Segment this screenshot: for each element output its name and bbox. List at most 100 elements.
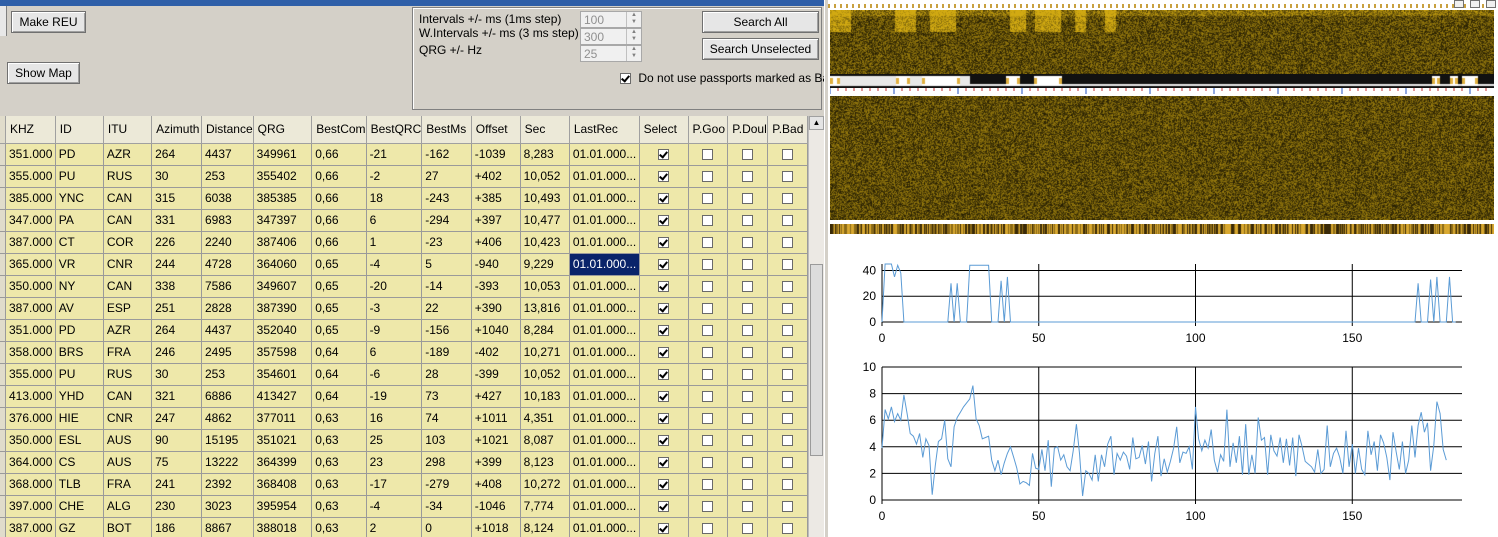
cell-p-doubt[interactable] bbox=[727, 253, 769, 276]
minimize-icon[interactable] bbox=[1454, 0, 1464, 8]
cell-bestqrg[interactable]: 18 bbox=[366, 187, 423, 210]
cell-p-bad[interactable] bbox=[767, 517, 808, 537]
cell-p-good[interactable] bbox=[688, 341, 729, 364]
cell-distance[interactable]: 6886 bbox=[201, 385, 254, 408]
column-header-itu[interactable]: ITU bbox=[103, 116, 153, 144]
cell-khz[interactable]: 355.000 bbox=[5, 363, 56, 386]
table-row[interactable]: 387.000 CT COR 226 2240 387406 0,66 1 -23 +406 10,… bbox=[0, 231, 808, 254]
cell-itu[interactable]: CAN bbox=[103, 209, 153, 232]
cell-distance[interactable]: 7586 bbox=[201, 275, 254, 298]
scroll-thumb[interactable] bbox=[810, 264, 823, 456]
cell-khz[interactable]: 347.000 bbox=[5, 209, 56, 232]
row-checkbox[interactable] bbox=[782, 193, 794, 205]
cell-lastrec[interactable]: 01.01.000... bbox=[569, 297, 640, 320]
row-checkbox[interactable] bbox=[702, 391, 714, 403]
cell-p-good[interactable] bbox=[688, 517, 729, 537]
row-checkbox[interactable] bbox=[702, 501, 714, 513]
row-checkbox[interactable] bbox=[782, 523, 794, 535]
row-checkbox[interactable] bbox=[658, 369, 670, 381]
cell-bestqrg[interactable]: -3 bbox=[366, 297, 423, 320]
stepper-down-icon[interactable]: ▼ bbox=[627, 36, 641, 43]
cell-sec[interactable]: 8,283 bbox=[520, 143, 570, 166]
cell-p-good[interactable] bbox=[688, 451, 729, 474]
cell-bestqrg[interactable]: 6 bbox=[366, 209, 423, 232]
cell-p-good[interactable] bbox=[688, 231, 729, 254]
cell-bestqrg[interactable]: 1 bbox=[366, 231, 423, 254]
cell-distance[interactable]: 13222 bbox=[201, 451, 254, 474]
cell-select[interactable] bbox=[639, 341, 689, 364]
cell-qrg[interactable]: 352040 bbox=[253, 319, 313, 342]
cell-itu[interactable]: CAN bbox=[103, 275, 153, 298]
cell-distance[interactable]: 8867 bbox=[201, 517, 254, 537]
cell-select[interactable] bbox=[639, 495, 689, 518]
cell-lastrec[interactable]: 01.01.000... bbox=[569, 165, 640, 188]
cell-azimuth[interactable]: 264 bbox=[151, 143, 202, 166]
cell-azimuth[interactable]: 251 bbox=[151, 297, 202, 320]
cell-khz[interactable]: 355.000 bbox=[5, 165, 56, 188]
cell-bestms[interactable]: -14 bbox=[421, 275, 472, 298]
cell-select[interactable] bbox=[639, 363, 689, 386]
cell-sec[interactable]: 10,477 bbox=[520, 209, 570, 232]
row-checkbox[interactable] bbox=[702, 259, 714, 271]
table-row[interactable]: 385.000 YNC CAN 315 6038 385385 0,66 18 -243 +385… bbox=[0, 187, 808, 210]
cell-azimuth[interactable]: 30 bbox=[151, 363, 202, 386]
row-checkbox[interactable] bbox=[782, 413, 794, 425]
row-checkbox[interactable] bbox=[742, 303, 754, 315]
cell-bestqrg[interactable]: 23 bbox=[366, 451, 423, 474]
cell-offset[interactable]: +385 bbox=[471, 187, 521, 210]
cell-qrg[interactable]: 388018 bbox=[253, 517, 313, 537]
cell-p-doubt[interactable] bbox=[727, 517, 769, 537]
cell-p-bad[interactable] bbox=[767, 451, 808, 474]
cell-khz[interactable]: 358.000 bbox=[5, 341, 56, 364]
row-checkbox[interactable] bbox=[658, 325, 670, 337]
cell-qrg[interactable]: 349961 bbox=[253, 143, 313, 166]
cell-bestqrg[interactable]: -19 bbox=[366, 385, 423, 408]
cell-bestcom[interactable]: 0,65 bbox=[311, 297, 367, 320]
cell-itu[interactable]: CNR bbox=[103, 407, 153, 430]
stepper-down-icon[interactable]: ▼ bbox=[627, 53, 641, 60]
cell-khz[interactable]: 351.000 bbox=[5, 143, 56, 166]
stepper-up-icon[interactable]: ▲ bbox=[627, 12, 641, 19]
stepper-up-icon[interactable]: ▲ bbox=[627, 46, 641, 53]
cell-select[interactable] bbox=[639, 451, 689, 474]
cell-qrg[interactable]: 385385 bbox=[253, 187, 313, 210]
cell-offset[interactable]: +1021 bbox=[471, 429, 521, 452]
column-header-p-good[interactable]: P.Goo bbox=[688, 116, 729, 144]
cell-id[interactable]: ESL bbox=[55, 429, 104, 452]
row-checkbox[interactable] bbox=[702, 237, 714, 249]
cell-qrg[interactable]: 387406 bbox=[253, 231, 313, 254]
cell-lastrec[interactable]: 01.01.000... bbox=[569, 253, 640, 276]
cell-id[interactable]: CHE bbox=[55, 495, 104, 518]
cell-sec[interactable]: 8,124 bbox=[520, 517, 570, 537]
cell-p-good[interactable] bbox=[688, 473, 729, 496]
row-checkbox[interactable] bbox=[782, 435, 794, 447]
cell-p-doubt[interactable] bbox=[727, 165, 769, 188]
cell-bestms[interactable]: 5 bbox=[421, 253, 472, 276]
cell-distance[interactable]: 4862 bbox=[201, 407, 254, 430]
cell-p-good[interactable] bbox=[688, 495, 729, 518]
cell-select[interactable] bbox=[639, 275, 689, 298]
cell-select[interactable] bbox=[639, 231, 689, 254]
cell-azimuth[interactable]: 226 bbox=[151, 231, 202, 254]
cell-bestcom[interactable]: 0,65 bbox=[311, 319, 367, 342]
cell-select[interactable] bbox=[639, 319, 689, 342]
cell-distance[interactable]: 15195 bbox=[201, 429, 254, 452]
cell-qrg[interactable]: 395954 bbox=[253, 495, 313, 518]
cell-bestms[interactable]: -156 bbox=[421, 319, 472, 342]
cell-itu[interactable]: ALG bbox=[103, 495, 153, 518]
cell-select[interactable] bbox=[639, 473, 689, 496]
cell-select[interactable] bbox=[639, 297, 689, 320]
row-checkbox[interactable] bbox=[658, 479, 670, 491]
cell-distance[interactable]: 4437 bbox=[201, 143, 254, 166]
column-header-bestcom[interactable]: BestCom bbox=[311, 116, 367, 144]
row-checkbox[interactable] bbox=[782, 215, 794, 227]
cell-lastrec[interactable]: 01.01.000... bbox=[569, 407, 640, 430]
row-checkbox[interactable] bbox=[658, 435, 670, 447]
cell-azimuth[interactable]: 241 bbox=[151, 473, 202, 496]
cell-p-bad[interactable] bbox=[767, 363, 808, 386]
cell-id[interactable]: CT bbox=[55, 231, 104, 254]
cell-select[interactable] bbox=[639, 407, 689, 430]
cell-id[interactable]: PD bbox=[55, 319, 104, 342]
cell-bestms[interactable]: -294 bbox=[421, 209, 472, 232]
cell-khz[interactable]: 376.000 bbox=[5, 407, 56, 430]
